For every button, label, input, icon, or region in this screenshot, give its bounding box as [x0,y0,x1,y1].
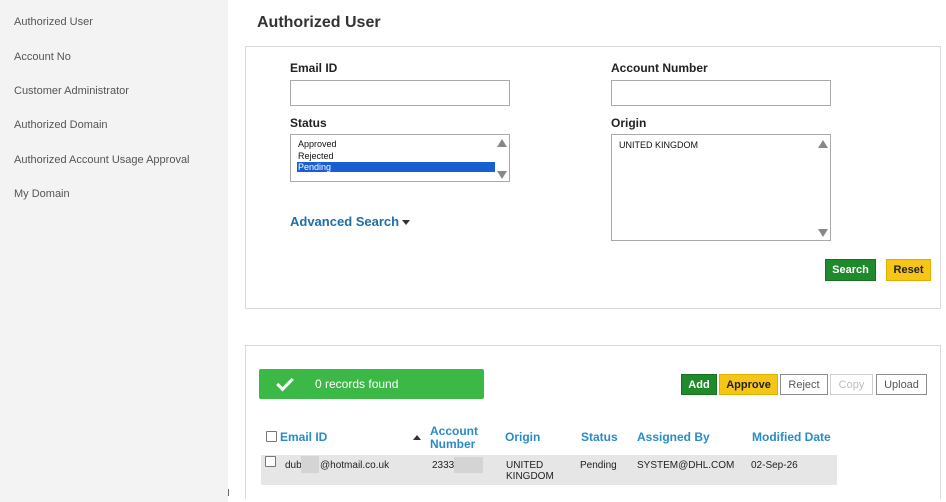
scroll-down-icon[interactable] [497,171,507,179]
column-header-modified-date[interactable]: Modified Date [752,431,831,443]
sidebar-item-my-domain[interactable]: My Domain [14,188,70,200]
select-all-checkbox[interactable] [266,431,277,442]
advanced-search-link[interactable]: Advanced Search [290,214,411,229]
redacted-email-block [301,456,319,473]
text-cursor [228,489,229,496]
account-number-label: Account Number [611,61,708,75]
row-origin-line1: UNITED [506,460,544,471]
origin-option-united-kingdom[interactable]: UNITED KINGDOM [619,140,698,150]
account-number-input[interactable] [611,80,831,106]
sidebar-item-authorized-domain[interactable]: Authorized Domain [14,119,108,131]
records-count-text: 0 records found [315,377,399,391]
origin-label: Origin [611,116,647,130]
status-label: Status [290,116,327,130]
search-button[interactable]: Search [825,259,876,281]
column-header-assigned-by[interactable]: Assigned By [637,431,710,443]
origin-listbox[interactable]: UNITED KINGDOM [611,134,831,241]
row-account-number: 2333 [432,460,455,471]
status-listbox[interactable]: Approved Rejected Pending [290,134,510,182]
sidebar-item-account-no[interactable]: Account No [14,51,71,63]
column-header-status[interactable]: Status [581,431,618,443]
approve-button[interactable]: Approve [719,374,778,395]
caret-down-icon [402,220,411,226]
status-option-rejected[interactable]: Rejected [298,151,334,161]
sidebar-item-authorized-account-usage-approval[interactable]: Authorized Account Usage Approval [14,154,190,166]
row-modified-date: 02-Sep-26 [751,460,798,471]
row-checkbox[interactable] [265,456,276,467]
row-assigned-by: SYSTEM@DHL.COM [637,460,735,471]
add-button[interactable]: Add [681,374,717,395]
reject-button[interactable]: Reject [780,374,828,395]
advanced-search-label: Advanced Search [290,214,400,229]
status-option-approved[interactable]: Approved [298,139,337,149]
redacted-account-block [454,457,483,473]
column-header-origin[interactable]: Origin [505,431,540,443]
sidebar-item-customer-administrator[interactable]: Customer Administrator [14,85,129,97]
sidebar-item-authorized-user[interactable]: Authorized User [14,16,93,28]
reset-button[interactable]: Reset [886,259,931,281]
email-id-input[interactable] [290,80,510,106]
column-header-account-number-line1[interactable]: Account [430,425,478,437]
scroll-up-icon[interactable] [818,140,828,148]
email-id-label: Email ID [290,61,338,75]
sidebar: Authorized User Account No Customer Admi… [0,0,228,502]
copy-button: Copy [830,374,873,395]
scroll-up-icon[interactable] [497,139,507,147]
row-email-prefix: dub [285,460,302,471]
sort-ascending-icon[interactable] [413,435,421,440]
upload-button[interactable]: Upload [876,374,927,395]
scroll-down-icon[interactable] [818,229,828,237]
column-header-account-number-line2[interactable]: Number [430,438,475,450]
status-option-pending[interactable]: Pending [297,162,495,172]
page-title: Authorized User [257,14,381,31]
column-header-email-id[interactable]: Email ID [280,431,327,443]
records-found-banner: 0 records found [259,369,484,399]
row-status: Pending [580,460,617,471]
checkmark-icon [276,373,294,391]
row-origin-line2: KINGDOM [506,471,554,482]
row-email-suffix: @hotmail.co.uk [320,460,390,471]
